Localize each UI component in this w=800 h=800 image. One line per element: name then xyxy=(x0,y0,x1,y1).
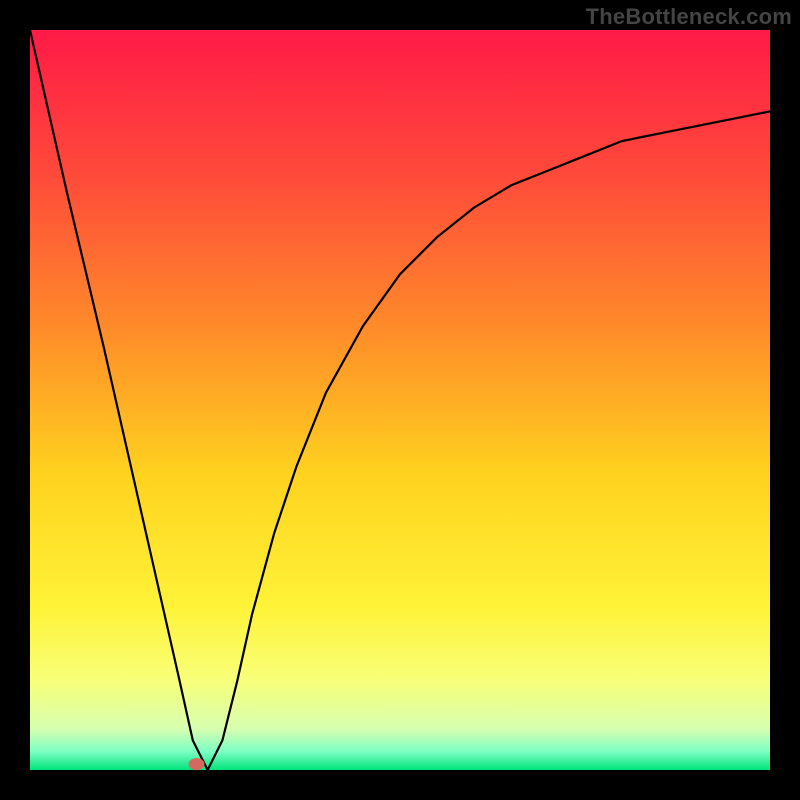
bottleneck-chart xyxy=(0,0,800,800)
chart-container: TheBottleneck.com xyxy=(0,0,800,800)
plot-background xyxy=(30,30,770,770)
minimum-marker xyxy=(189,758,205,770)
attribution-label: TheBottleneck.com xyxy=(586,4,792,30)
